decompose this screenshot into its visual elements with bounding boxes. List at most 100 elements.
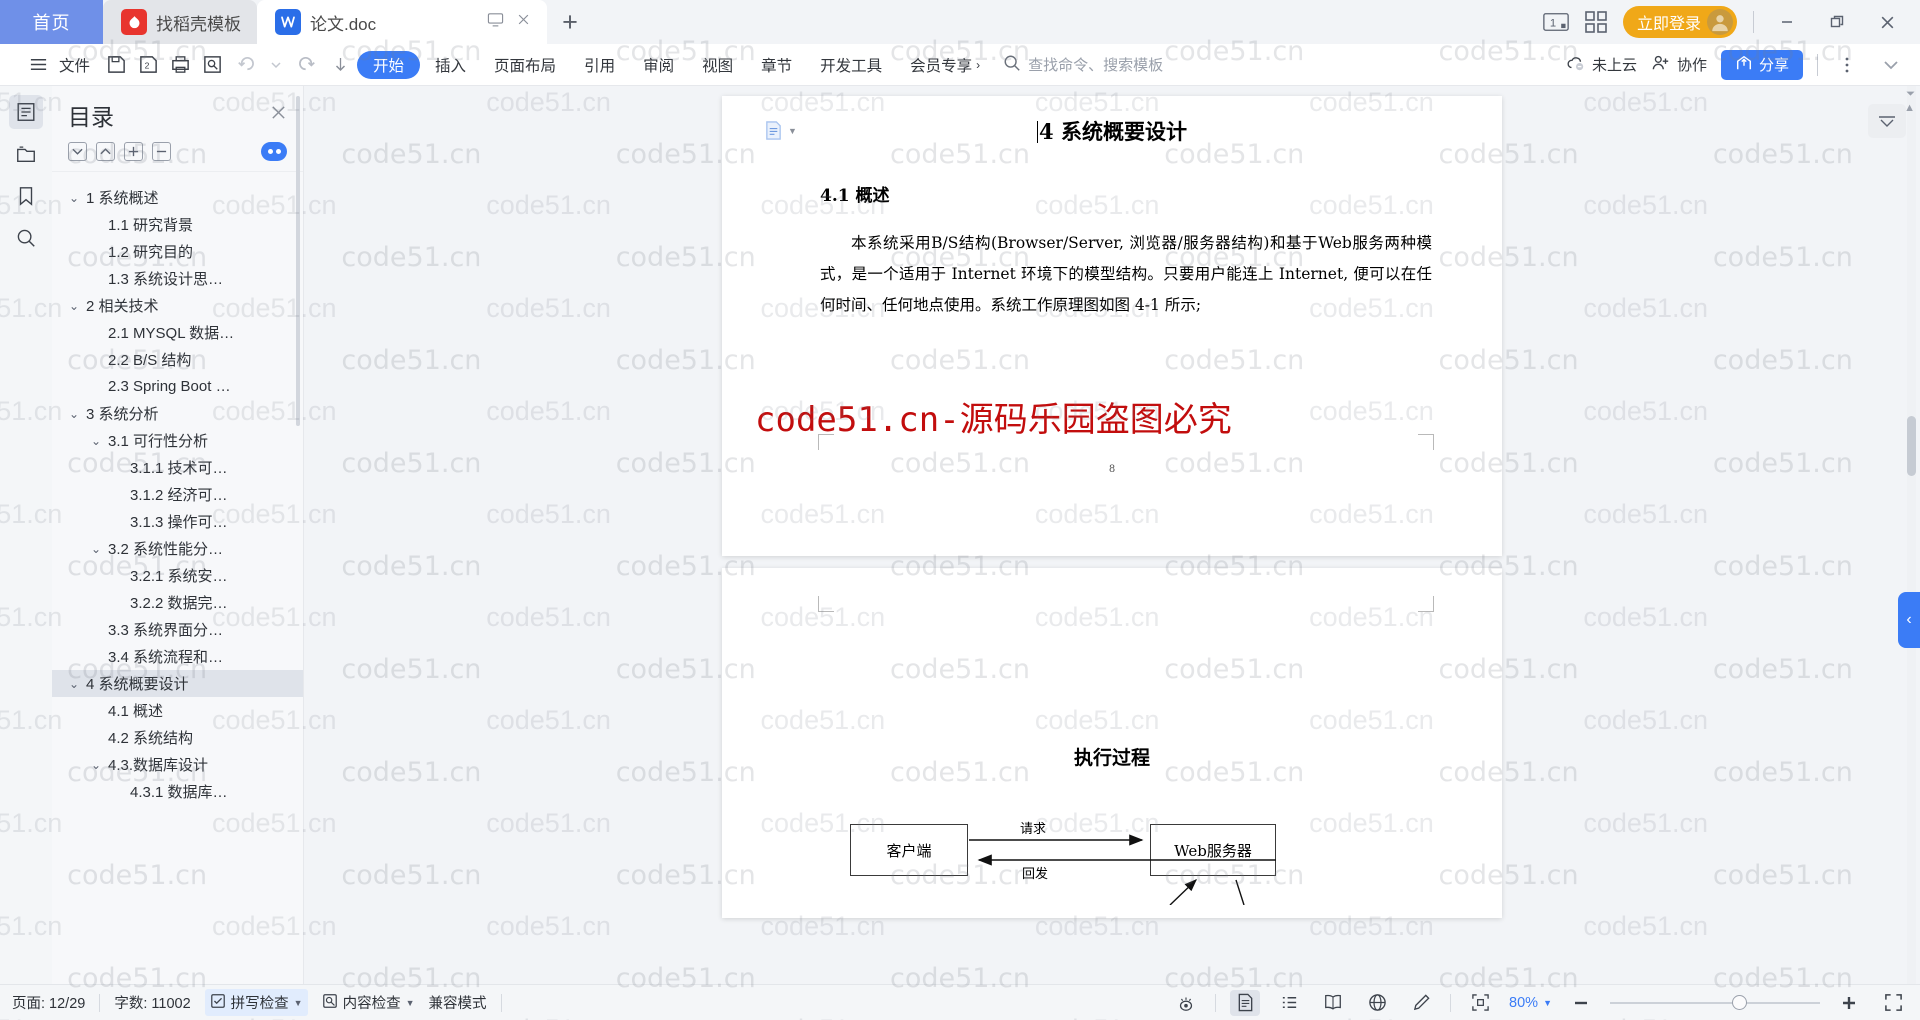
chevron-down-icon[interactable]: ⌄ xyxy=(88,542,104,556)
command-search[interactable]: 查找命令、搜索模板 xyxy=(1003,54,1163,76)
bookmark-icon[interactable] xyxy=(9,179,43,213)
collapse-ribbon-chevron-icon[interactable] xyxy=(1876,50,1906,80)
close-icon[interactable] xyxy=(270,104,287,127)
thumbnail-icon[interactable] xyxy=(9,137,43,171)
scroll-collapse-icon[interactable]: ⏷ xyxy=(1906,88,1915,101)
toc-item[interactable]: 3.2.2 数据完… xyxy=(52,589,303,616)
print-preview-icon[interactable] xyxy=(197,50,227,80)
save-icon[interactable] xyxy=(101,50,131,80)
toc-item[interactable]: 3.2.1 系统安… xyxy=(52,562,303,589)
document-scrollbar-thumb[interactable] xyxy=(1907,416,1916,476)
undo-icon[interactable] xyxy=(229,50,259,80)
tab-insert[interactable]: 插入 xyxy=(422,51,479,79)
chevron-down-icon[interactable]: ⌄ xyxy=(66,191,82,205)
customize-toolbar-icon[interactable] xyxy=(325,50,355,80)
compatibility-mode-label[interactable]: 兼容模式 xyxy=(429,992,487,1013)
tab-start[interactable]: 开始 xyxy=(357,50,421,79)
tab-page-layout[interactable]: 页面布局 xyxy=(481,51,569,79)
tab-member-exclusive[interactable]: 会员专享 › xyxy=(897,51,993,79)
tab-references[interactable]: 引用 xyxy=(571,51,628,79)
toc-item[interactable]: 4.3.1 数据库… xyxy=(52,778,303,805)
share-button[interactable]: 分享 xyxy=(1720,49,1803,80)
toc-item[interactable]: 4.1 概述 xyxy=(52,697,303,724)
content-check-button[interactable]: 内容检查 ▼ xyxy=(322,992,415,1013)
collapse-up-icon[interactable] xyxy=(96,142,115,161)
undo-dropdown-icon[interactable] xyxy=(261,50,291,80)
file-menu-button[interactable]: 文件 xyxy=(14,49,99,81)
outline-icon[interactable] xyxy=(9,95,43,129)
toc-item[interactable]: ⌄ 3.2 系统性能分… xyxy=(52,535,303,562)
tab-close-icon[interactable] xyxy=(516,12,531,32)
tab-section[interactable]: 章节 xyxy=(748,51,805,79)
redo-icon[interactable] xyxy=(293,50,323,80)
toc-item[interactable]: ⌄ 2 相关技术 xyxy=(52,292,303,319)
page-indicator[interactable]: 页面: 12/29 xyxy=(12,992,85,1013)
toc-item[interactable]: 1.3 系统设计思… xyxy=(52,265,303,292)
document-page-2[interactable]: 执行过程 客户端 Web服务器 请求 回发 xyxy=(722,568,1502,918)
toc-item[interactable]: 3.3 系统界面分… xyxy=(52,616,303,643)
new-tab-button[interactable]: + xyxy=(547,0,593,44)
expand-all-icon[interactable] xyxy=(124,142,143,161)
toc-item[interactable]: 2.3 Spring Boot … xyxy=(52,373,303,400)
collapse-all-icon[interactable] xyxy=(152,142,171,161)
document-canvas[interactable]: ▼ 4 系统概要设计 4.1 概述 本系统采用B/S结构(Browser/Ser… xyxy=(304,86,1920,984)
tab-count-icon[interactable]: 1 xyxy=(1543,12,1569,32)
expand-down-icon[interactable] xyxy=(68,142,87,161)
document-page-1[interactable]: ▼ 4 系统概要设计 4.1 概述 本系统采用B/S结构(Browser/Ser… xyxy=(722,96,1502,556)
web-view-icon[interactable] xyxy=(1362,990,1392,1016)
tab-docer-template[interactable]: 找稻壳模板 xyxy=(103,0,257,44)
toc-preview-toggle[interactable] xyxy=(261,142,287,161)
toc-item[interactable]: 2.1 MYSQL 数据… xyxy=(52,319,303,346)
collapse-header-button[interactable] xyxy=(1868,104,1906,138)
tab-thesis-doc[interactable]: 论文.doc xyxy=(257,0,547,44)
zoom-in-button[interactable] xyxy=(1834,990,1864,1016)
close-button[interactable] xyxy=(1870,8,1904,36)
chevron-down-icon[interactable]: ⌄ xyxy=(66,677,82,691)
zoom-level[interactable]: 80% ▼ xyxy=(1509,995,1552,1011)
page-view-icon[interactable] xyxy=(1230,989,1261,1016)
chevron-down-icon[interactable]: ⌄ xyxy=(88,434,104,448)
toc-item[interactable]: 2.2 B/S 结构 xyxy=(52,346,303,373)
side-panel-toggle[interactable]: ‹ xyxy=(1898,592,1920,648)
toc-item[interactable]: 3.1.1 技术可… xyxy=(52,454,303,481)
tab-review[interactable]: 审阅 xyxy=(630,51,687,79)
edit-mode-icon[interactable] xyxy=(1406,990,1436,1016)
spell-check-button[interactable]: 拼写检查 ▼ xyxy=(204,989,308,1016)
document-scrollbar-track[interactable] xyxy=(1907,86,1916,984)
chevron-down-icon[interactable]: ⌄ xyxy=(66,407,82,421)
toc-item[interactable]: 1.2 研究目的 xyxy=(52,238,303,265)
toc-scrollbar[interactable] xyxy=(296,96,300,426)
tab-present-icon[interactable] xyxy=(487,11,504,33)
chevron-down-icon[interactable]: ⌄ xyxy=(66,299,82,313)
home-tab[interactable]: 首页 xyxy=(0,0,103,44)
toc-item[interactable]: ⌄ 4.3.数据库设计 xyxy=(52,751,303,778)
collaborate-button[interactable]: 协作 xyxy=(1651,54,1707,76)
fullscreen-icon[interactable] xyxy=(1878,990,1908,1016)
toc-item[interactable]: 3.4 系统流程和… xyxy=(52,643,303,670)
tab-developer-tools[interactable]: 开发工具 xyxy=(807,51,895,79)
toc-item[interactable]: 3.1.3 操作可… xyxy=(52,508,303,535)
toc-item[interactable]: 4.2 系统结构 xyxy=(52,724,303,751)
print-icon[interactable] xyxy=(165,50,195,80)
zoom-slider[interactable] xyxy=(1610,995,1820,1010)
tab-view[interactable]: 视图 xyxy=(689,51,746,79)
minimize-button[interactable] xyxy=(1770,8,1804,36)
chevron-down-icon[interactable]: ⌄ xyxy=(88,758,104,772)
grid-apps-icon[interactable] xyxy=(1585,11,1607,33)
eye-protect-icon[interactable] xyxy=(1171,990,1201,1016)
cloud-status[interactable]: 未上云 xyxy=(1566,54,1637,76)
fit-page-icon[interactable] xyxy=(1465,990,1495,1016)
toc-item[interactable]: 3.1.2 经济可… xyxy=(52,481,303,508)
zoom-out-button[interactable] xyxy=(1566,990,1596,1016)
toc-item[interactable]: ⌄ 3 系统分析 xyxy=(52,400,303,427)
toc-item[interactable]: ⌄ 4 系统概要设计 xyxy=(52,670,303,697)
maximize-button[interactable] xyxy=(1820,8,1854,36)
toc-item[interactable]: ⌄ 1 系统概述 xyxy=(52,184,303,211)
search-icon[interactable] xyxy=(9,221,43,255)
outline-view-icon[interactable] xyxy=(1274,990,1304,1016)
word-count[interactable]: 字数: 11002 xyxy=(114,992,190,1013)
toc-item[interactable]: 1.1 研究背景 xyxy=(52,211,303,238)
login-button[interactable]: 立即登录 xyxy=(1622,6,1737,38)
save-as-icon[interactable]: 2 xyxy=(133,50,163,80)
slider-knob[interactable] xyxy=(1732,995,1747,1010)
